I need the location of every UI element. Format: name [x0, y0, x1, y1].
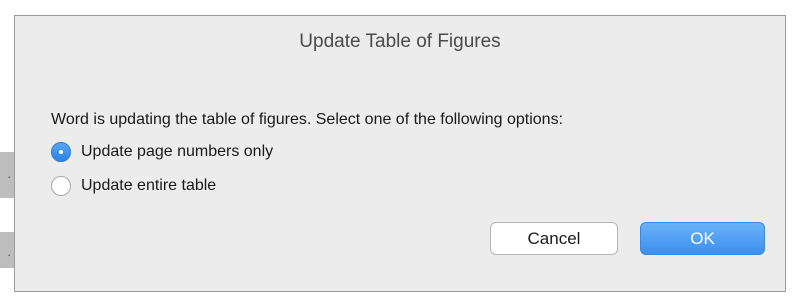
option-update-entire-table[interactable]: Update entire table [51, 176, 216, 196]
update-table-of-figures-dialog: Update Table of Figures Word is updating… [14, 15, 786, 292]
dialog-content: Word is updating the table of figures. S… [15, 62, 785, 291]
background-dot: · [7, 247, 12, 262]
screen: · · Update Table of Figures Word is upda… [0, 0, 795, 300]
option-label: Update entire table [81, 177, 217, 194]
option-label: Update page numbers only [81, 143, 274, 160]
ok-button[interactable]: OK [640, 222, 765, 255]
background-dot: · [7, 169, 12, 184]
option-update-page-numbers-only[interactable]: Update page numbers only [51, 142, 273, 162]
dialog-title: Update Table of Figures [299, 31, 501, 52]
dialog-titlebar[interactable]: Update Table of Figures [15, 16, 785, 62]
radio-button-selected[interactable] [51, 142, 71, 162]
background-document-edge: · · [0, 0, 14, 300]
cancel-button[interactable]: Cancel [490, 222, 618, 255]
radio-button-unselected[interactable] [51, 176, 71, 196]
dialog-message: Word is updating the table of figures. S… [51, 111, 564, 128]
